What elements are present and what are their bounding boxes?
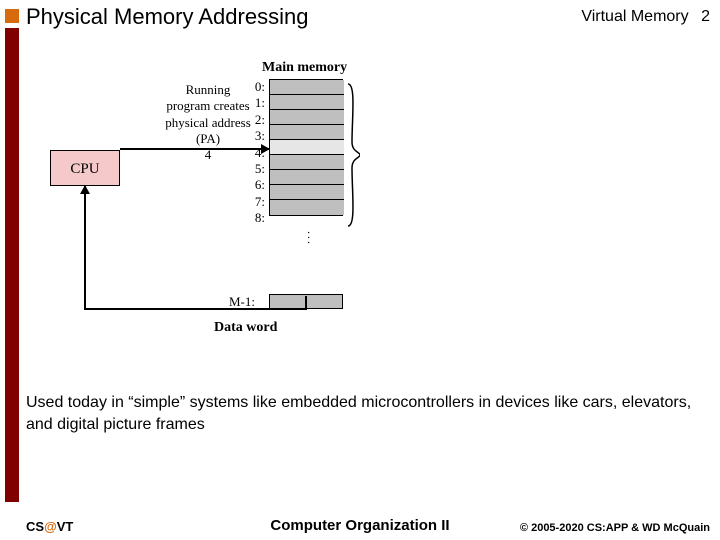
mem-index: 5: [247, 161, 265, 177]
mem-index: 0: [247, 79, 265, 95]
footer-right: © 2005-2020 CS:APP & WD McQuain [520, 522, 710, 534]
accent-square-icon [5, 9, 19, 23]
header-right: Virtual Memory 2 [581, 8, 710, 26]
page-number: 2 [701, 8, 710, 25]
mem-index: 8: [247, 210, 265, 226]
memory-cell [270, 110, 344, 125]
main-memory-label: Main memory [262, 60, 347, 76]
brace-icon [346, 82, 360, 228]
slide-title: Physical Memory Addressing [26, 4, 308, 30]
memory-cell [270, 155, 344, 170]
return-path-horizontal-icon [84, 308, 307, 310]
memory-cells [269, 79, 343, 216]
memory-cell [270, 95, 344, 110]
mem-index: 3: [247, 128, 265, 144]
mem-index: 4: [247, 145, 265, 161]
header-topic: Virtual Memory [581, 8, 688, 25]
cpu-box: CPU [50, 150, 120, 186]
memory-stack: 0: 1: 2: 3: 4: 5: 6: 7: 8: ... M-1: [269, 79, 343, 216]
memory-cell [270, 185, 344, 200]
accent-bar-icon [5, 28, 19, 502]
ellipsis-icon: ... [304, 231, 319, 246]
mem-index: 1: [247, 95, 265, 111]
memory-cell [270, 125, 344, 140]
return-path-right-vertical-icon [305, 296, 307, 310]
memory-cell [270, 170, 344, 185]
mem-index: 6: [247, 177, 265, 193]
body-paragraph: Used today in “simple” systems like embe… [26, 392, 702, 435]
return-path-up-arrow-icon [84, 186, 86, 310]
data-word-label: Data word [214, 320, 277, 336]
memory-index-labels: 0: 1: 2: 3: 4: 5: 6: 7: 8: [247, 79, 265, 227]
memory-cell [270, 200, 344, 215]
mem-index: 2: [247, 112, 265, 128]
slide: Physical Memory Addressing Virtual Memor… [0, 0, 720, 540]
memory-cell [270, 80, 344, 95]
memory-cell-selected [270, 140, 344, 155]
mem-index: 7: [247, 194, 265, 210]
